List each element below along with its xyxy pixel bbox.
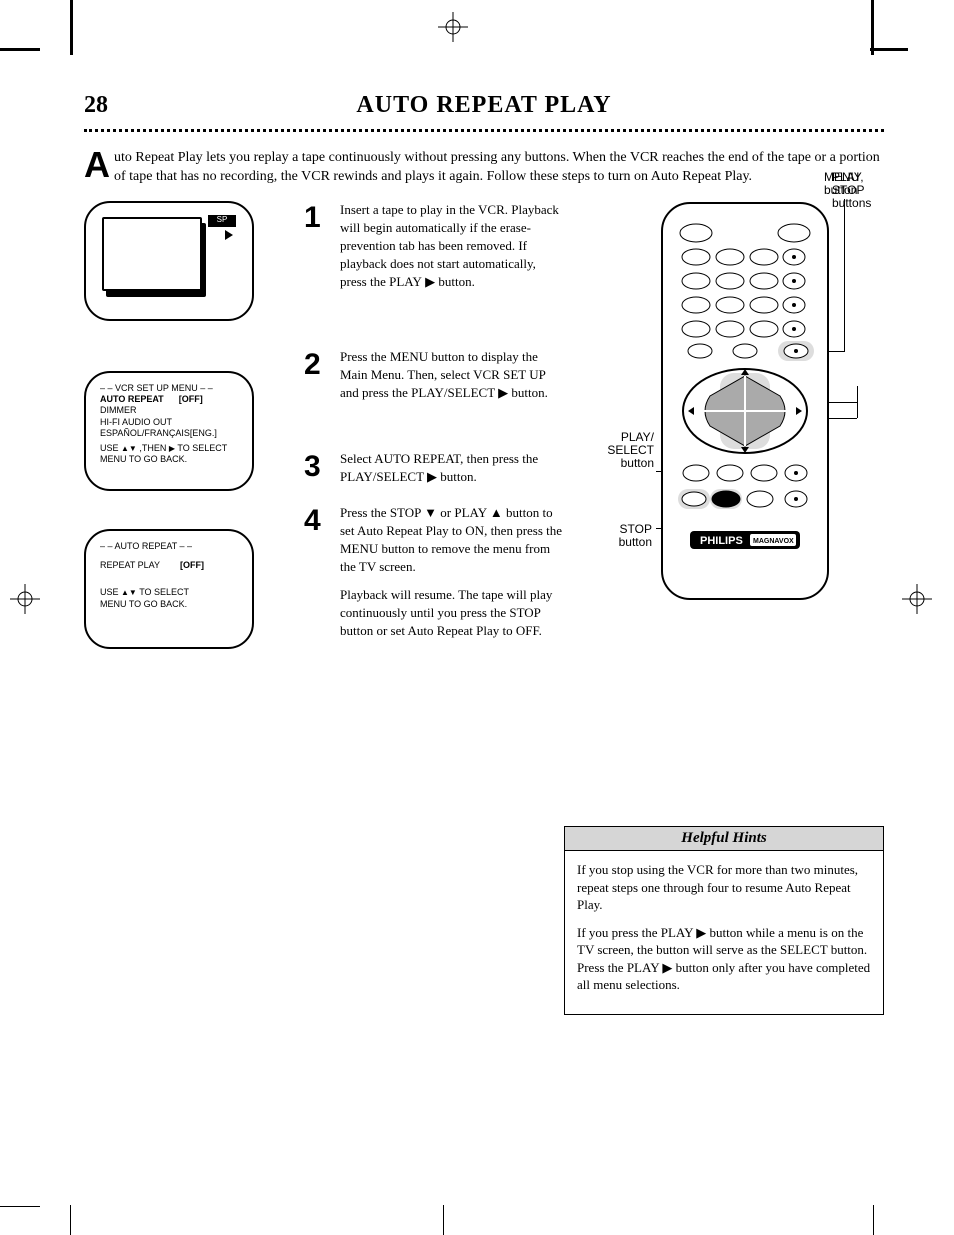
step-number: 2 [304,348,330,402]
step-2: 2 Press the MENU button to display the M… [304,348,564,402]
steps-column: 1 Insert a tape to play in the VCR. Play… [304,201,564,658]
crop-mark [443,1205,444,1235]
step-text: Insert a tape to play in the VCR. Playba… [340,201,564,291]
step-text: Press the MENU button to display the Mai… [340,348,564,402]
svg-text:PHILIPS: PHILIPS [700,535,743,547]
helpful-hints-title: Helpful Hints [565,827,883,851]
page-header: 28 AUTO REPEAT PLAY [84,92,884,119]
step-number: 4 [304,504,330,640]
crop-mark [0,1206,40,1207]
step-number: 3 [304,450,330,486]
callout-play-select: PLAY/SELECTbutton [574,431,654,471]
step-4: 4 Press the STOP ▼ or PLAY ▲ button to s… [304,504,564,640]
tv-screen-auto-repeat: – – AUTO REPEAT – – REPEAT PLAY [OFF] US… [84,529,254,649]
step-1: 1 Insert a tape to play in the VCR. Play… [304,201,564,291]
crop-mark [70,1205,71,1235]
hint-paragraph: If you press the PLAY ▶ button while a m… [577,924,871,994]
svg-text:MAGNAVOX: MAGNAVOX [753,538,794,545]
registration-mark-icon [10,584,40,614]
callout-play-stop: PLAY,STOPbuttons [832,171,871,211]
osd-line: ESPAÑOL/FRANÇAIS[ENG.] [100,428,238,439]
helpful-hints-box: Helpful Hints If you stop using the VCR … [564,826,884,1015]
crop-mark [871,0,874,55]
callout-stop: STOPbutton [592,523,652,549]
osd-line: HI-FI AUDIO OUT [100,417,238,428]
page-number: 28 [84,92,108,119]
step-3: 3 Select AUTO REPEAT, then press the PLA… [304,450,564,486]
crop-mark [70,0,73,55]
crop-mark [870,48,908,51]
osd-line: MENU TO GO BACK. [100,454,238,465]
osd-line: REPEAT PLAY [100,560,160,570]
step-text: Press the STOP ▼ or PLAY ▲ button to set… [340,504,564,640]
divider-dotted [84,129,884,133]
osd-line: – – VCR SET UP MENU – – [100,383,238,394]
speed-label: SP [208,215,236,227]
osd-value: [OFF] [180,560,204,570]
hint-paragraph: If you stop using the VCR for more than … [577,861,871,914]
page-title: AUTO REPEAT PLAY [356,92,611,119]
step-number: 1 [304,201,330,291]
tv-screen-playback: SP [84,201,254,321]
osd-auto-repeat: AUTO REPEAT [100,394,164,404]
page-content: 28 AUTO REPEAT PLAY A uto Repeat Play le… [84,92,884,1101]
tv-screen-setup-menu: – – VCR SET UP MENU – – AUTO REPEAT [OFF… [84,371,254,491]
remote-control-icon: PHILIPS MAGNAVOX [660,201,830,601]
crop-mark [0,48,40,51]
remote-diagram: MENUbutton PLAY,STOPbuttons PLAY/SELECTb… [574,171,884,631]
step-text: Select AUTO REPEAT, then press the PLAY/… [340,450,564,486]
dropcap: A [84,149,110,181]
crop-mark [873,1205,874,1235]
osd-line: – – AUTO REPEAT – – [100,541,238,552]
tv-screens-column: SP – – VCR SET UP MENU – – AUTO REPEAT [… [84,201,294,649]
registration-mark-icon [438,12,468,42]
osd-line: DIMMER [100,405,238,416]
play-icon [225,230,233,240]
registration-mark-icon [902,584,932,614]
osd-auto-repeat-val: [OFF] [179,394,203,404]
osd-line: MENU TO GO BACK. [100,599,238,610]
